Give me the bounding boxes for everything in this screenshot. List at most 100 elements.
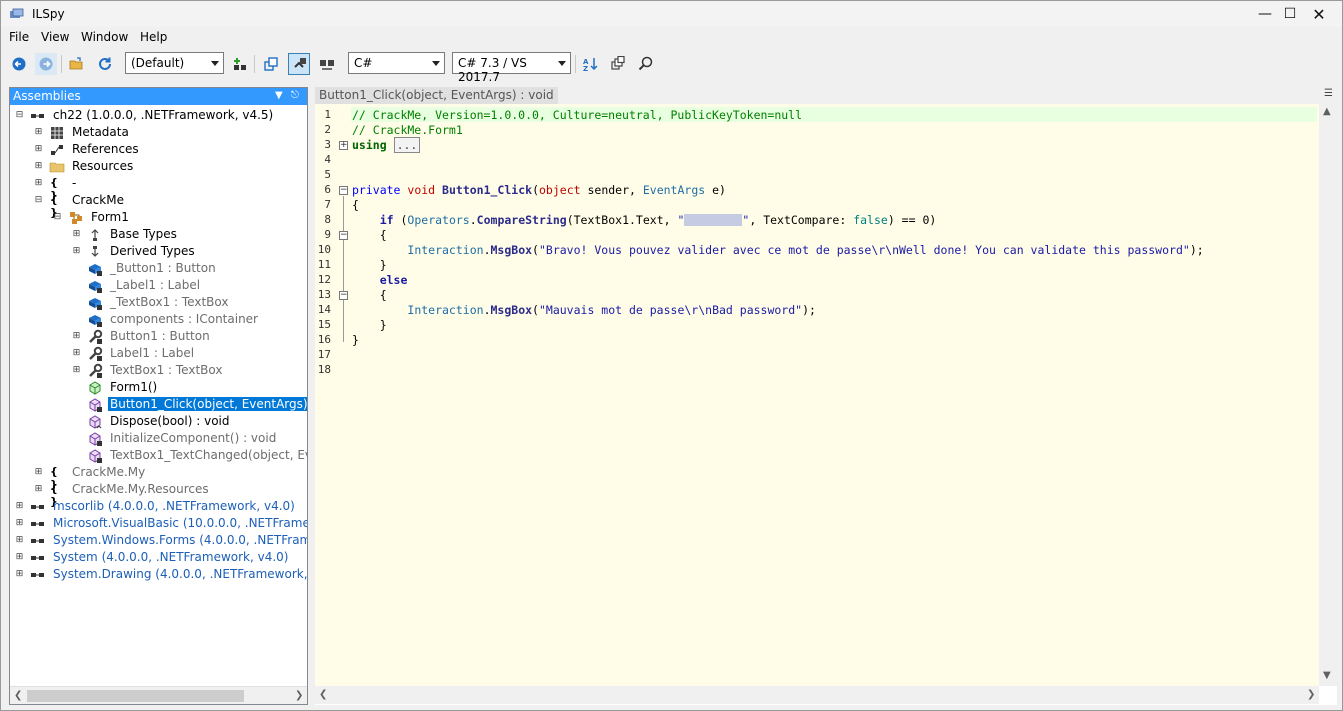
expand-icon[interactable]: ⊞ [15,553,24,562]
pin-icon[interactable]: ⎋ [291,90,299,101]
base-types-icon [91,229,99,241]
method-private-icon [89,398,102,412]
expand-icon[interactable]: ⊞ [34,145,43,154]
expand-icon[interactable]: ⊞ [34,128,43,137]
tree-item-ch22[interactable]: ⊟ ch22 (1.0.0.0, .NETFramework, v4.5) [10,107,307,124]
scroll-left-icon[interactable]: ❮ [14,690,22,701]
expand-icon[interactable]: ⊞ [15,536,24,545]
editor-horizontal-scrollbar[interactable]: ❮ ❯ [315,686,1319,704]
document-tab-bar: Button1_Click(object, EventArgs) : void … [315,87,1337,104]
reload-icon[interactable] [94,53,116,75]
collapse-fold-icon[interactable]: − [339,186,348,195]
toolbar: (Default) C# C# 7.3 / VS 2017.7 AZ [1,49,1342,84]
expand-icon[interactable]: ⊞ [34,162,43,171]
menu-file[interactable]: File [5,29,33,45]
scroll-up-icon[interactable]: ▲ [1323,106,1331,117]
scrollbar-thumb[interactable] [27,690,244,702]
panel-dropdown-icon[interactable]: ▼ [275,90,283,101]
tree-item-crackme[interactable]: ⊟ { } CrackMe [10,192,307,219]
show-private-icon[interactable] [288,53,310,75]
collapsed-usings[interactable]: ... [393,137,421,153]
language-version-combo[interactable]: C# 7.3 / VS 2017.7 [452,52,571,84]
expand-icon[interactable]: ⊞ [15,519,24,528]
tree-item-crackme-my-resources[interactable]: ⊞ { } CrackMe.My.Resources [10,481,307,508]
tree-item-method-textbox1-textchanged[interactable]: TextBox1_TextChanged(object, EventArgs) … [10,447,307,464]
tree-item-system-drawing[interactable]: ⊞ System.Drawing (4.0.0.0, .NETFramework… [10,566,307,583]
collapse-fold-icon[interactable]: − [339,291,348,300]
tree-item-constructor-form1[interactable]: Form1() [10,379,307,396]
collapse-fold-icon[interactable]: − [339,231,348,240]
expand-icon[interactable]: ⊞ [34,468,43,477]
code-editor[interactable]: 1 2 3 4 5 6 7 8 9 10 11 12 13 14 15 16 1… [315,104,1319,686]
assembly-icon [31,556,44,560]
back-icon[interactable] [8,53,30,75]
tree-item-references[interactable]: ⊞ References [10,141,307,158]
expand-icon[interactable]: ⊞ [72,247,81,256]
menu-view[interactable]: View [37,29,73,45]
collapse-icon[interactable]: ⊟ [53,213,62,222]
show-internal-icon[interactable] [316,53,338,75]
close-icon[interactable]: ✕ [1296,1,1342,27]
line-number: 3 [324,138,331,151]
expand-icon[interactable]: ⊞ [15,502,24,511]
show-all-members-icon[interactable] [260,53,282,75]
scroll-right-icon[interactable]: ❯ [295,690,303,701]
tree-item-property-label1[interactable]: ⊞ Label1 : Label [10,345,307,362]
assembly-icon [31,573,44,577]
line-number: 12 [317,273,331,286]
tree-item-form1[interactable]: ⊟ Form1 [10,209,307,226]
assembly-icon [31,539,44,543]
tree-item-mscorlib[interactable]: ⊞ mscorlib (4.0.0.0, .NETFramework, v4.0… [10,498,307,515]
tab-list-icon[interactable]: ☰ [1324,88,1333,99]
open-icon[interactable] [66,53,88,75]
method-icon [89,415,102,429]
collapse-icon[interactable]: ⊟ [15,111,24,120]
menu-window[interactable]: Window [77,29,132,45]
tree-item-property-textbox1[interactable]: ⊞ TextBox1 : TextBox [10,362,307,379]
scroll-left-icon[interactable]: ❮ [319,689,327,700]
expand-icon[interactable]: ⊞ [15,570,24,579]
expand-icon[interactable]: ⊞ [72,366,81,375]
tree-item-method-dispose[interactable]: Dispose(bool) : void [10,413,307,430]
tree-item-crackme-my[interactable]: ⊞ { } CrackMe.My [10,464,307,491]
expand-fold-icon[interactable]: + [339,141,348,150]
tree-item-base-types[interactable]: ⊞ Base Types [10,226,307,243]
menu-help[interactable]: Help [136,29,171,45]
tree-item-method-initializecomponent[interactable]: InitializeComponent() : void [10,430,307,447]
tree-item-microsoft-visualbasic[interactable]: ⊞ Microsoft.VisualBasic (10.0.0.0, .NETF… [10,515,307,532]
scroll-down-icon[interactable]: ▼ [1323,670,1331,681]
tree-horizontal-scrollbar[interactable]: ❮ ❯ [10,686,307,704]
property-icon [89,363,103,378]
tree-item-method-button1-click[interactable]: Button1_Click(object, EventArgs) : void [10,396,307,413]
tree-item-field-button1[interactable]: _Button1 : Button [10,260,307,277]
expand-icon[interactable]: ⊞ [72,349,81,358]
tree-item-system[interactable]: ⊞ System (4.0.0.0, .NETFramework, v4.0) [10,549,307,566]
tree-item-system-windows-forms[interactable]: ⊞ System.Windows.Forms (4.0.0.0, .NETFra… [10,532,307,549]
scroll-right-icon[interactable]: ❯ [1307,689,1315,700]
assembly-list-combo[interactable]: (Default) [125,52,224,74]
expand-icon[interactable]: ⊞ [72,230,81,239]
assembly-list-value: (Default) [131,56,185,70]
manage-lists-icon[interactable] [229,53,251,75]
tree-item-metadata[interactable]: ⊞ Metadata [10,124,307,141]
tree-item-property-button1[interactable]: ⊞ Button1 : Button [10,328,307,345]
expand-icon[interactable]: ⊞ [72,332,81,341]
collapse-icon[interactable]: ⊟ [34,196,43,205]
tab-button1-click[interactable]: Button1_Click(object, EventArgs) : void [315,87,558,104]
assembly-icon [31,114,44,118]
code-line-1: // CrackMe, Version=1.0.0.0, Culture=neu… [352,108,803,122]
collapse-all-icon[interactable] [607,53,629,75]
expand-icon[interactable]: ⊞ [34,179,43,188]
tree-item-resources[interactable]: ⊞ Resources [10,158,307,175]
editor-vertical-scrollbar[interactable]: ▲ ▼ [1319,104,1337,686]
sort-assembly-icon[interactable]: AZ [579,53,601,75]
tree-item-namespace-empty[interactable]: ⊞ { } - [10,175,307,202]
forward-icon[interactable] [35,53,57,75]
tree-item-field-textbox1[interactable]: _TextBox1 : TextBox [10,294,307,311]
tree-item-field-label1[interactable]: _Label1 : Label [10,277,307,294]
language-combo[interactable]: C# [348,52,445,74]
tree-item-derived-types[interactable]: ⊞ Derived Types [10,243,307,260]
tree-item-field-components[interactable]: components : IContainer [10,311,307,328]
search-icon[interactable] [635,53,657,75]
expand-icon[interactable]: ⊞ [34,485,43,494]
